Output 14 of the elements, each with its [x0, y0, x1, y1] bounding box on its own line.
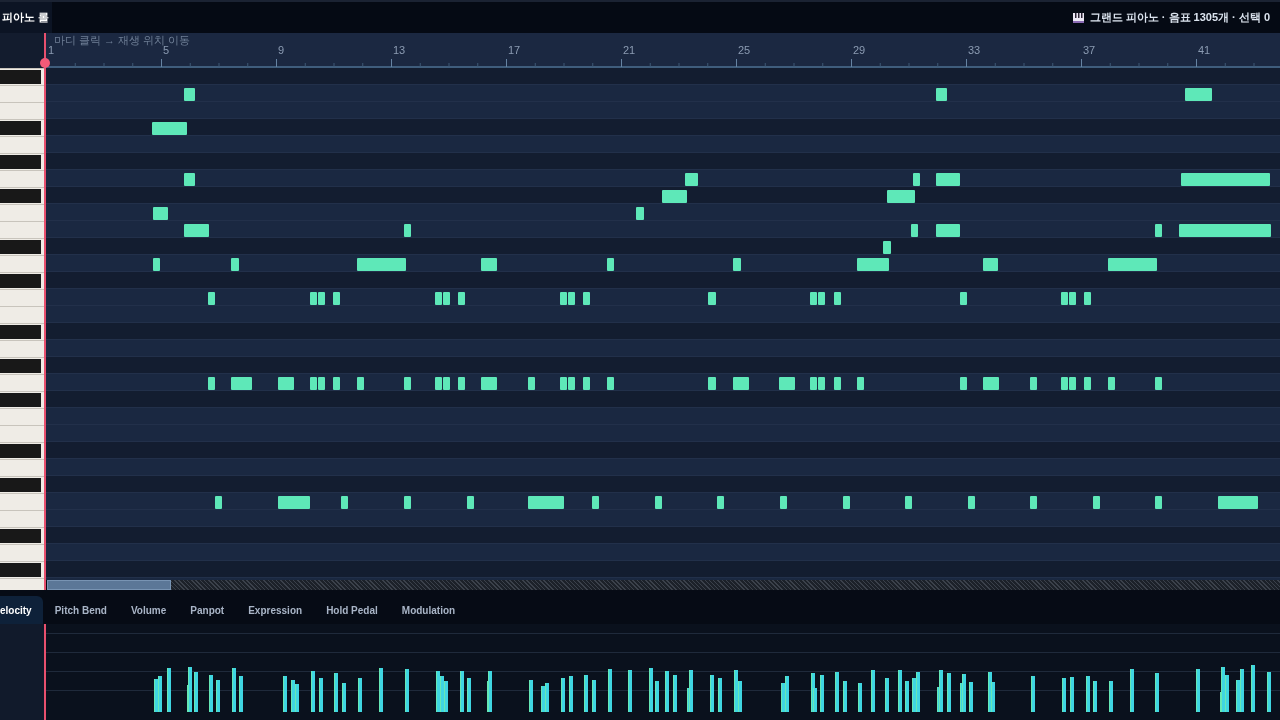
bar-number: 25 [738, 45, 751, 56]
bar-number: 33 [968, 45, 981, 56]
bar-number: 21 [623, 45, 636, 56]
window-title: 피아노 롤 [0, 2, 52, 33]
bar-number: 5 [163, 45, 170, 56]
bar-number: 17 [508, 45, 521, 56]
ruler-hint: 마디 클릭 → 재생 위치 이동 [54, 35, 191, 46]
bar-number: 1 [48, 45, 55, 56]
bar-number: 41 [1198, 45, 1211, 56]
bar-number: 29 [853, 45, 866, 56]
instrument-info: 그랜드 피아노 · 음표 1305개 · 선택 0 [1089, 10, 1270, 26]
bar-number: 9 [278, 45, 285, 56]
bar-number: 37 [1083, 45, 1096, 56]
bar-number: 13 [393, 45, 406, 56]
